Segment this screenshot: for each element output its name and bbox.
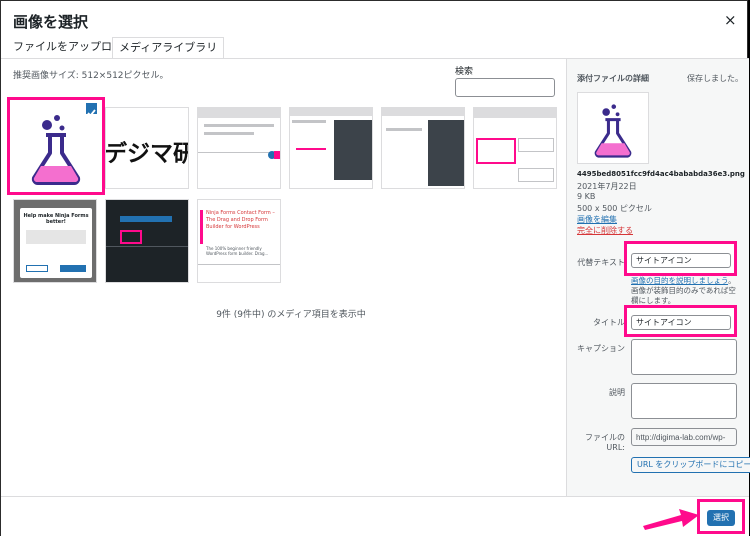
caption-label: キャプション xyxy=(577,344,625,353)
media-count-text: 9件 (9件中) のメディア項目を表示中 xyxy=(216,310,366,320)
title-input[interactable] xyxy=(631,315,731,330)
media-modal: 画像を選択 × ファイルをアップロード メディアライブラリ 推奨画像サイズ: 5… xyxy=(0,0,750,536)
details-dimensions: 500 x 500 ピクセル xyxy=(577,204,652,213)
details-filename: 4495bed8051fcc9fd4ac4babab​da36e3.png xyxy=(577,170,745,178)
title-label: タイトル xyxy=(593,318,625,327)
media-item-3[interactable] xyxy=(197,107,281,189)
tab-media-library[interactable]: メディアライブラリ xyxy=(112,37,225,59)
details-preview xyxy=(577,92,649,164)
flask-icon xyxy=(594,104,632,158)
file-url-label: ファイルのURL: xyxy=(585,433,625,452)
details-date: 2021年7月22日 xyxy=(577,182,637,191)
arrow-right-icon xyxy=(643,509,699,530)
media-item-2[interactable]: デジマ研究 xyxy=(105,107,189,189)
alt-help-link[interactable]: 画像の目的を説明しましょう xyxy=(631,276,728,285)
media-item-6[interactable] xyxy=(473,107,557,189)
attachment-details-sidebar: 添付ファイルの詳細 保存しました。 4495bed8051fcc9fd4ac4b… xyxy=(566,59,750,496)
copy-url-button[interactable]: URL をクリップボードにコピー xyxy=(631,457,750,473)
alt-text-input[interactable] xyxy=(631,253,731,268)
alt-text-highlight xyxy=(624,241,737,276)
media-item-5[interactable] xyxy=(381,107,465,189)
saved-status: 保存しました。 xyxy=(687,74,743,83)
thumb-heading: Help make Ninja Forms better! xyxy=(23,213,89,225)
close-icon[interactable]: × xyxy=(724,11,737,29)
alt-text-label: 代替テキスト xyxy=(577,258,625,267)
description-label: 説明 xyxy=(609,388,625,397)
details-heading: 添付ファイルの詳細 xyxy=(577,74,649,83)
search-input[interactable] xyxy=(455,78,555,97)
select-button[interactable]: 選択 xyxy=(707,510,735,526)
media-item-7[interactable]: Help make Ninja Forms better! xyxy=(13,199,97,283)
media-item-4[interactable] xyxy=(289,107,373,189)
title-highlight xyxy=(624,305,737,337)
description-textarea[interactable] xyxy=(631,383,737,419)
edit-image-link[interactable]: 画像を編集 xyxy=(577,214,617,225)
thumb-logo-text: デジマ研究 xyxy=(105,141,188,167)
thumb-title: Ninja Forms Contact Form – The Drag and … xyxy=(206,210,275,230)
select-button-highlight: 選択 xyxy=(697,499,745,534)
modal-title: 画像を選択 xyxy=(13,13,89,31)
thumb-subtitle: The 100% beginner friendly WordPress for… xyxy=(206,246,269,256)
search-label: 検索 xyxy=(455,67,474,77)
recommended-size-hint: 推奨画像サイズ: 512×512ピクセル。 xyxy=(13,71,169,81)
file-url-input[interactable] xyxy=(631,428,737,446)
details-filesize: 9 KB xyxy=(577,192,596,201)
caption-textarea[interactable] xyxy=(631,339,737,375)
modal-footer: 選択 xyxy=(1,496,749,536)
media-item-9[interactable]: Ninja Forms Contact Form – The Drag and … xyxy=(197,199,281,283)
delete-permanently-link[interactable]: 完全に削除する xyxy=(577,225,633,236)
alt-help: 画像の目的を説明しましょう。画像が装飾目的のみであれば空欄にします。 xyxy=(631,276,743,306)
media-item-8[interactable] xyxy=(105,199,189,283)
selected-check-icon[interactable] xyxy=(85,102,98,117)
